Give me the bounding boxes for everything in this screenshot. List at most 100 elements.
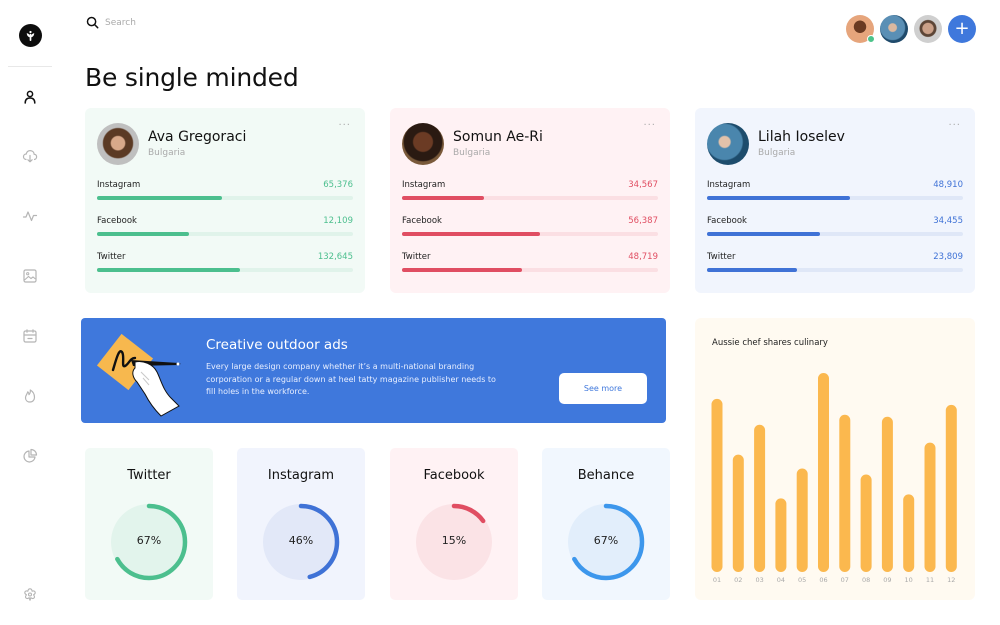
bar-11[interactable]: [924, 442, 936, 572]
search-bar: [86, 16, 225, 29]
x-tick-label: 04: [777, 576, 785, 584]
hand-signing-paper-icon: [97, 333, 181, 417]
bar-12[interactable]: [945, 404, 957, 572]
pie-chart-icon: [23, 448, 38, 463]
x-tick-label: 05: [798, 576, 806, 584]
progress-track: [707, 232, 963, 236]
bar-chart-card: 01 02 03 04 05 06 07 08 09 10 11 12 Aussie chef sha…: [695, 318, 975, 600]
bar-05[interactable]: [796, 468, 808, 572]
progress-track: [97, 232, 353, 236]
progress-fill: [97, 196, 223, 200]
user-card-header: Somun Ae-Ri Bulgaria: [402, 121, 658, 166]
more-options-icon[interactable]: ···: [948, 120, 961, 131]
progress-fill: [707, 196, 851, 200]
sidebar-item-cloud-download[interactable]: [21, 147, 39, 165]
stat-value: 34,567: [628, 180, 658, 190]
sidebar-item-activity[interactable]: [21, 207, 39, 225]
user-icon: [24, 90, 36, 104]
more-options-icon[interactable]: ···: [338, 120, 351, 131]
bar-07[interactable]: [839, 414, 851, 572]
stat-value: 48,910: [933, 180, 963, 190]
progress-fill: [97, 232, 190, 236]
donut-percent-label: 15%: [441, 534, 467, 547]
bar-09[interactable]: [881, 416, 893, 572]
sidebar-item-image[interactable]: [21, 267, 39, 285]
stat-value: 132,645: [317, 252, 353, 262]
calendar-icon: [23, 329, 37, 343]
bar-01[interactable]: [711, 398, 723, 572]
stat-row: Twitter 132,645: [97, 252, 353, 288]
user-country: Bulgaria: [148, 148, 186, 158]
stat-label: Instagram: [97, 180, 141, 190]
user-name: Ava Gregoraci: [148, 129, 247, 145]
donut-card: Twitter 67%: [85, 448, 213, 600]
avatar[interactable]: [402, 122, 444, 165]
stat-row: Instagram 34,567: [402, 180, 658, 216]
fire-icon: [24, 389, 36, 403]
avatar[interactable]: [707, 122, 749, 165]
leaf-logo-icon[interactable]: [19, 24, 42, 47]
stat-label: Instagram: [402, 180, 446, 190]
bar-08[interactable]: [860, 474, 872, 572]
stat-label: Instagram: [707, 180, 751, 190]
progress-fill: [402, 268, 523, 272]
donut-percent-label: 67%: [593, 534, 619, 547]
progress-track: [402, 196, 658, 200]
banner-title: Creative outdoor ads: [206, 337, 348, 353]
user-avatar-1[interactable]: [846, 15, 875, 43]
see-more-button[interactable]: See more: [559, 373, 647, 404]
progress-fill: [97, 268, 241, 272]
chart-title: Aussie chef shares culinary: [712, 338, 828, 348]
progress-track: [707, 196, 963, 200]
sidebar-item-user[interactable]: [21, 88, 39, 106]
search-icon[interactable]: [86, 16, 99, 29]
stat-value: 65,376: [323, 180, 353, 190]
x-tick-label: 12: [947, 576, 955, 584]
user-card: Lilah Ioselev Bulgaria ··· Instagram 48,…: [695, 108, 975, 293]
sidebar: [0, 0, 60, 625]
user-avatar-2[interactable]: [880, 15, 908, 43]
add-button[interactable]: +: [948, 15, 976, 43]
bar-06[interactable]: [818, 373, 829, 572]
sidebar-divider: [8, 66, 52, 67]
stat-value: 23,809: [933, 252, 963, 262]
header-actions: +: [846, 15, 976, 43]
settings-button[interactable]: [21, 586, 39, 604]
more-options-icon[interactable]: ···: [643, 120, 656, 131]
avatar[interactable]: [97, 122, 139, 165]
sidebar-item-pie-chart[interactable]: [21, 447, 39, 465]
cloud-download-icon: [22, 149, 38, 163]
donut-card: Instagram 46%: [237, 448, 365, 600]
user-avatar-3[interactable]: [914, 15, 942, 43]
bar-04[interactable]: [775, 498, 787, 572]
user-name: Somun Ae-Ri: [453, 129, 543, 145]
stat-label: Facebook: [402, 216, 442, 226]
x-tick-label: 02: [734, 576, 742, 584]
progress-fill: [707, 232, 820, 236]
online-status-dot: [867, 35, 875, 43]
stat-value: 12,109: [323, 216, 353, 226]
page-title: Be single minded: [85, 63, 299, 92]
user-card-header: Ava Gregoraci Bulgaria: [97, 121, 353, 166]
progress-fill: [402, 196, 484, 200]
stat-value: 34,455: [933, 216, 963, 226]
stat-row: Facebook 34,455: [707, 216, 963, 252]
x-tick-label: 03: [755, 576, 763, 584]
donut-card: Facebook 15%: [390, 448, 518, 600]
promo-banner: Creative outdoor ads Every large design …: [81, 318, 666, 423]
user-country: Bulgaria: [453, 148, 491, 158]
x-tick-label: 09: [883, 576, 891, 584]
sidebar-item-calendar[interactable]: [21, 327, 39, 345]
progress-track: [402, 232, 658, 236]
search-input[interactable]: [105, 17, 225, 28]
stat-value: 56,387: [628, 216, 658, 226]
bar-03[interactable]: [754, 424, 766, 572]
stat-row: Twitter 48,719: [402, 252, 658, 288]
sidebar-item-fire[interactable]: [21, 387, 39, 405]
x-tick-label: 07: [841, 576, 849, 584]
bar-02[interactable]: [732, 454, 744, 572]
x-tick-label: 06: [819, 576, 827, 584]
bar-10[interactable]: [903, 494, 915, 572]
user-country: Bulgaria: [758, 148, 796, 158]
x-tick-label: 10: [905, 576, 913, 584]
